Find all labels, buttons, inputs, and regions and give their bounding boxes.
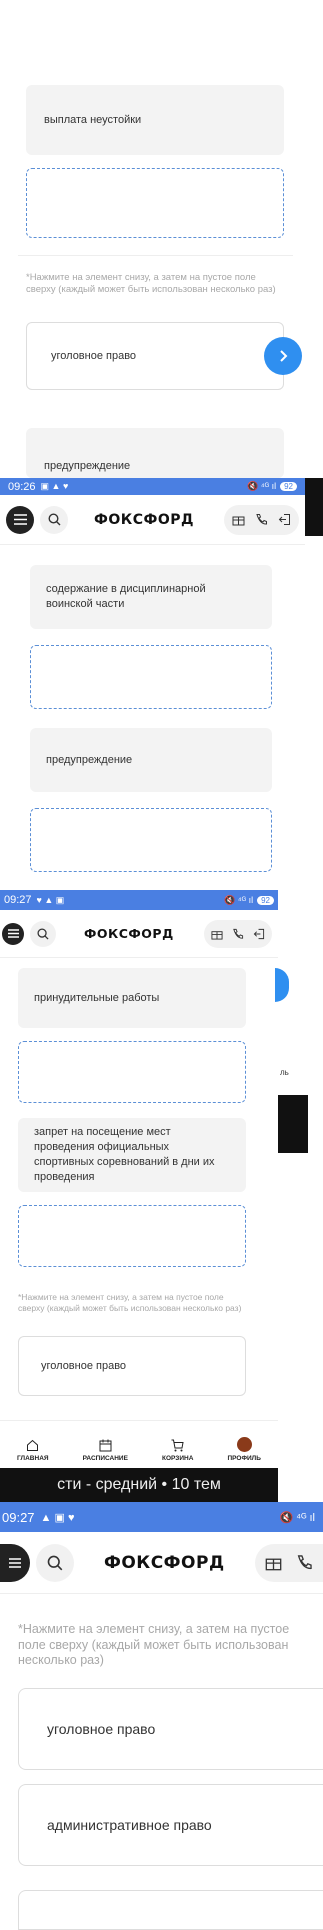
status-bar: 09:27 ▲ ▣ ♥ 🔇 ⁴ᴳ ıl [0, 1502, 323, 1532]
app-header: ФОКСФОРД [0, 910, 278, 958]
drop-zone[interactable] [18, 1041, 246, 1103]
nav-label: РАСПИСАНИЕ [82, 1455, 128, 1462]
answer-card-bottom[interactable]: предупреждение [26, 428, 284, 478]
status-bar: 09:27 ♥ ▲ ▣ 🔇 ⁴ᴳ ıl 92 [0, 890, 278, 910]
side-text: ль [280, 1068, 289, 1077]
answer-card[interactable]: предупреждение [30, 728, 272, 792]
status-bar: 09:26 ▣ ▲ ♥ 🔇 ⁴ᴳ ıl 92 [0, 478, 305, 495]
card-text: предупреждение [46, 753, 133, 766]
answer-card-top[interactable]: выплата неустойки [26, 85, 284, 155]
nav-profile[interactable]: ПРОФИЛЬ [227, 1437, 261, 1462]
clock: 09:27 [4, 894, 32, 906]
card-text: выплата неустойки [44, 113, 142, 126]
black-edge [305, 478, 323, 536]
home-icon [27, 1439, 39, 1451]
search-button[interactable] [30, 920, 56, 947]
search-icon [47, 513, 60, 526]
gift-icon[interactable] [211, 928, 223, 940]
answer-option[interactable]: административное право [18, 1784, 323, 1866]
header-actions [204, 919, 272, 948]
search-button[interactable] [40, 505, 68, 534]
search-icon [47, 1555, 63, 1570]
side-dark-block [278, 1095, 308, 1153]
answer-text: уголовное право [51, 350, 137, 362]
nav-schedule[interactable]: РАСПИСАНИЕ [83, 1439, 128, 1462]
answer-text: административное право [47, 1817, 212, 1833]
next-button-edge[interactable] [275, 968, 289, 1002]
signal-icons: 🔇 ⁴ᴳ ıl [247, 481, 277, 491]
instruction-hint: *Нажмите на элемент снизу, а затем на пу… [26, 272, 276, 295]
notification-icons: ▣ ▲ ♥ [40, 481, 69, 491]
answer-card[interactable]: принудительные работы [18, 968, 246, 1028]
answer-option[interactable] [18, 1890, 323, 1930]
divider [18, 255, 293, 256]
answer-option[interactable]: уголовное право [18, 1336, 246, 1396]
menu-icon [13, 514, 27, 525]
instruction-hint: *Нажмите на элемент снизу, а затем на пу… [18, 1292, 242, 1313]
logo[interactable]: ФОКСФОРД [104, 1553, 225, 1573]
clock: 09:26 [8, 480, 36, 493]
gift-icon[interactable] [232, 513, 245, 526]
battery-badge: 92 [280, 482, 297, 491]
phone-icon[interactable] [296, 1554, 313, 1571]
phone-icon[interactable] [232, 928, 244, 940]
drop-zone[interactable] [26, 168, 284, 238]
answer-text: уголовное право [47, 1721, 156, 1737]
gift-icon[interactable] [265, 1554, 282, 1571]
menu-icon [9, 1557, 21, 1568]
header-actions [224, 504, 299, 535]
answer-option[interactable]: уголовное право [26, 322, 284, 390]
nav-label: ГЛАВНАЯ [17, 1455, 49, 1462]
drop-zone[interactable] [18, 1205, 246, 1267]
drop-zone[interactable] [30, 645, 272, 709]
menu-button[interactable] [0, 1543, 30, 1582]
signal-icons: 🔇 ⁴ᴳ ıl [279, 1511, 316, 1524]
menu-button[interactable] [6, 505, 34, 534]
battery-badge: 92 [257, 895, 274, 905]
cart-icon [171, 1439, 184, 1452]
banner-text: сти - средний • 10 тем [57, 1476, 221, 1493]
app-header: ФОКСФОРД [0, 495, 305, 545]
search-icon [37, 927, 49, 940]
bottom-navigation: ГЛАВНАЯ РАСПИСАНИЕ КОРЗИНА ПРОФИЛЬ [0, 1420, 278, 1468]
logo[interactable]: ФОКСФОРД [84, 926, 174, 941]
answer-text: уголовное право [41, 1360, 127, 1372]
chevron-right-icon [280, 350, 288, 362]
answer-option[interactable]: уголовное право [18, 1688, 323, 1770]
screen-1-backdrop [10, 0, 302, 478]
card-text: принудительные работы [34, 991, 160, 1004]
phone-icon[interactable] [255, 513, 268, 526]
dark-banner: сти - средний • 10 тем [0, 1468, 278, 1502]
nav-home[interactable]: ГЛАВНАЯ [17, 1439, 49, 1462]
instruction-hint: *Нажмите на элемент снизу, а затем на пу… [18, 1622, 290, 1668]
search-button[interactable] [36, 1543, 74, 1582]
menu-icon [7, 929, 19, 938]
card-text: содержание в дисциплинарной воинской час… [46, 583, 206, 610]
notification-icons: ▲ ▣ ♥ [40, 1511, 75, 1524]
header-actions [255, 1543, 323, 1582]
drop-zone[interactable] [30, 808, 272, 872]
avatar [236, 1437, 252, 1452]
app-header: ФОКСФОРД [0, 1532, 323, 1594]
logout-icon[interactable] [278, 513, 291, 526]
signal-icons: 🔇 ⁴ᴳ ıl [224, 894, 254, 905]
logo[interactable]: ФОКСФОРД [94, 512, 194, 528]
answer-card[interactable]: содержание в дисциплинарной воинской час… [30, 565, 272, 629]
answer-card[interactable]: запрет на посещение мест проведения офиц… [18, 1118, 246, 1192]
logout-icon[interactable] [253, 928, 265, 940]
notification-icons: ♥ ▲ ▣ [36, 894, 65, 905]
card-text: запрет на посещение мест проведения офиц… [34, 1126, 215, 1183]
calendar-icon [99, 1439, 112, 1452]
menu-button[interactable] [2, 922, 24, 945]
nav-label: ПРОФИЛЬ [227, 1455, 261, 1462]
next-button[interactable] [264, 337, 302, 375]
clock: 09:27 [2, 1509, 35, 1525]
nav-cart[interactable]: КОРЗИНА [162, 1439, 193, 1462]
nav-label: КОРЗИНА [162, 1455, 194, 1462]
card-text: предупреждение [44, 460, 131, 473]
